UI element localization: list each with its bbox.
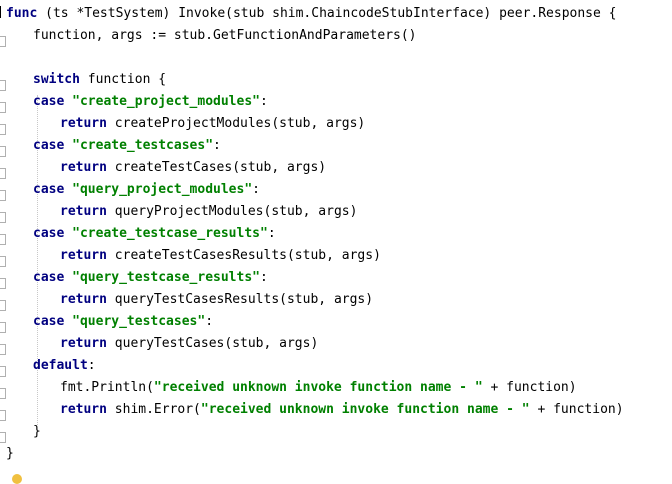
code-line[interactable]: return shim.Error("received unknown invo… xyxy=(60,399,624,421)
fold-marker-icon[interactable] xyxy=(0,168,6,179)
string-literal-token: "create_testcases" xyxy=(72,138,214,153)
fold-marker-icon[interactable] xyxy=(0,366,6,377)
fold-marker-icon[interactable] xyxy=(0,234,6,245)
keyword-token: case xyxy=(33,182,65,197)
keyword-token: case xyxy=(33,138,65,153)
fold-marker-icon[interactable] xyxy=(0,146,6,157)
code-line[interactable]: return createTestCasesResults(stub, args… xyxy=(60,245,381,267)
code-line[interactable]: } xyxy=(6,443,14,465)
code-token: + function) xyxy=(529,402,624,417)
code-token: : xyxy=(87,358,96,373)
keyword-token: switch xyxy=(33,72,80,87)
code-token: : xyxy=(267,226,276,241)
code-token: : xyxy=(205,314,214,329)
string-literal-token: "create_testcase_results" xyxy=(72,226,268,241)
code-line[interactable]: return queryTestCases(stub, args) xyxy=(60,333,318,355)
code-token: : xyxy=(259,94,268,109)
code-token: queryProjectModules(stub, args) xyxy=(106,204,358,219)
fold-marker-icon[interactable] xyxy=(0,388,6,399)
keyword-token: return xyxy=(60,402,107,417)
keyword-token: case xyxy=(33,94,65,109)
keyword-token: return xyxy=(60,204,107,219)
string-literal-token: "create_project_modules" xyxy=(72,94,260,109)
fold-marker-icon[interactable] xyxy=(0,102,6,113)
fold-marker-icon[interactable] xyxy=(0,256,6,267)
lightbulb-icon[interactable] xyxy=(12,474,22,484)
code-line[interactable]: return queryProjectModules(stub, args) xyxy=(60,201,357,223)
keyword-token: default xyxy=(33,358,88,373)
keyword-token: return xyxy=(60,336,107,351)
code-token: queryTestCasesResults(stub, args) xyxy=(106,292,374,307)
fold-marker-icon[interactable] xyxy=(0,190,6,201)
fold-marker-icon[interactable] xyxy=(0,124,6,135)
fold-marker-icon[interactable] xyxy=(0,80,6,91)
keyword-token: case xyxy=(33,226,65,241)
keyword-token: case xyxy=(33,314,65,329)
code-line[interactable]: case "query_project_modules": xyxy=(33,179,260,201)
code-line[interactable]: case "create_project_modules": xyxy=(33,91,268,113)
fold-marker-icon[interactable] xyxy=(0,344,6,355)
code-token: createTestCases(stub, args) xyxy=(106,160,327,175)
code-line[interactable]: case "query_testcases": xyxy=(33,311,213,333)
code-token: } xyxy=(6,446,14,461)
keyword-token: func xyxy=(6,6,38,21)
keyword-token: return xyxy=(60,160,107,175)
fold-marker-icon[interactable] xyxy=(0,36,6,47)
keyword-token: case xyxy=(33,270,65,285)
code-line[interactable]: function, args := stub.GetFunctionAndPar… xyxy=(33,25,417,47)
code-token: function, args := stub.GetFunctionAndPar… xyxy=(33,28,417,43)
code-token: queryTestCases(stub, args) xyxy=(106,336,319,351)
keyword-token: return xyxy=(60,248,107,263)
fold-marker-icon[interactable] xyxy=(0,410,6,421)
keyword-token: return xyxy=(60,292,107,307)
code-line[interactable]: return queryTestCasesResults(stub, args) xyxy=(60,289,373,311)
string-literal-token: "query_project_modules" xyxy=(72,182,253,197)
code-line[interactable]: fmt.Println("received unknown invoke fun… xyxy=(60,377,577,399)
code-line[interactable]: default: xyxy=(33,355,96,377)
string-literal-token: "received unknown invoke function name -… xyxy=(200,402,530,417)
code-token: : xyxy=(259,270,268,285)
code-line[interactable]: } xyxy=(33,421,41,443)
code-token: function { xyxy=(79,72,167,87)
code-line[interactable]: return createTestCases(stub, args) xyxy=(60,157,326,179)
keyword-token: return xyxy=(60,116,107,131)
fold-marker-icon[interactable] xyxy=(0,300,6,311)
fold-marker-icon[interactable] xyxy=(0,322,6,333)
code-token: createProjectModules(stub, args) xyxy=(106,116,366,131)
code-token: fmt.Println( xyxy=(60,380,154,395)
code-editor[interactable]: func (ts *TestSystem) Invoke(stub shim.C… xyxy=(0,0,672,484)
code-line[interactable]: case "create_testcase_results": xyxy=(33,223,276,245)
code-token: createTestCasesResults(stub, args) xyxy=(106,248,381,263)
code-token: : xyxy=(213,138,221,153)
code-line[interactable]: switch function { xyxy=(33,69,166,91)
code-line[interactable]: func (ts *TestSystem) Invoke(stub shim.C… xyxy=(6,3,617,25)
fold-marker-icon[interactable] xyxy=(0,278,6,289)
code-token: + function) xyxy=(482,380,577,395)
string-literal-token: "query_testcases" xyxy=(72,314,206,329)
string-literal-token: "query_testcase_results" xyxy=(72,270,260,285)
code-line[interactable]: case "query_testcase_results": xyxy=(33,267,268,289)
code-token: } xyxy=(33,424,41,439)
code-line[interactable]: case "create_testcases": xyxy=(33,135,221,157)
fold-marker-icon[interactable] xyxy=(0,212,6,223)
code-token: shim.Error( xyxy=(106,402,201,417)
code-token: : xyxy=(252,182,260,197)
string-literal-token: "received unknown invoke function name -… xyxy=(153,380,483,395)
code-token: (ts *TestSystem) Invoke(stub shim.Chainc… xyxy=(37,6,617,21)
fold-marker-icon[interactable] xyxy=(0,432,6,443)
code-line[interactable]: return createProjectModules(stub, args) xyxy=(60,113,365,135)
